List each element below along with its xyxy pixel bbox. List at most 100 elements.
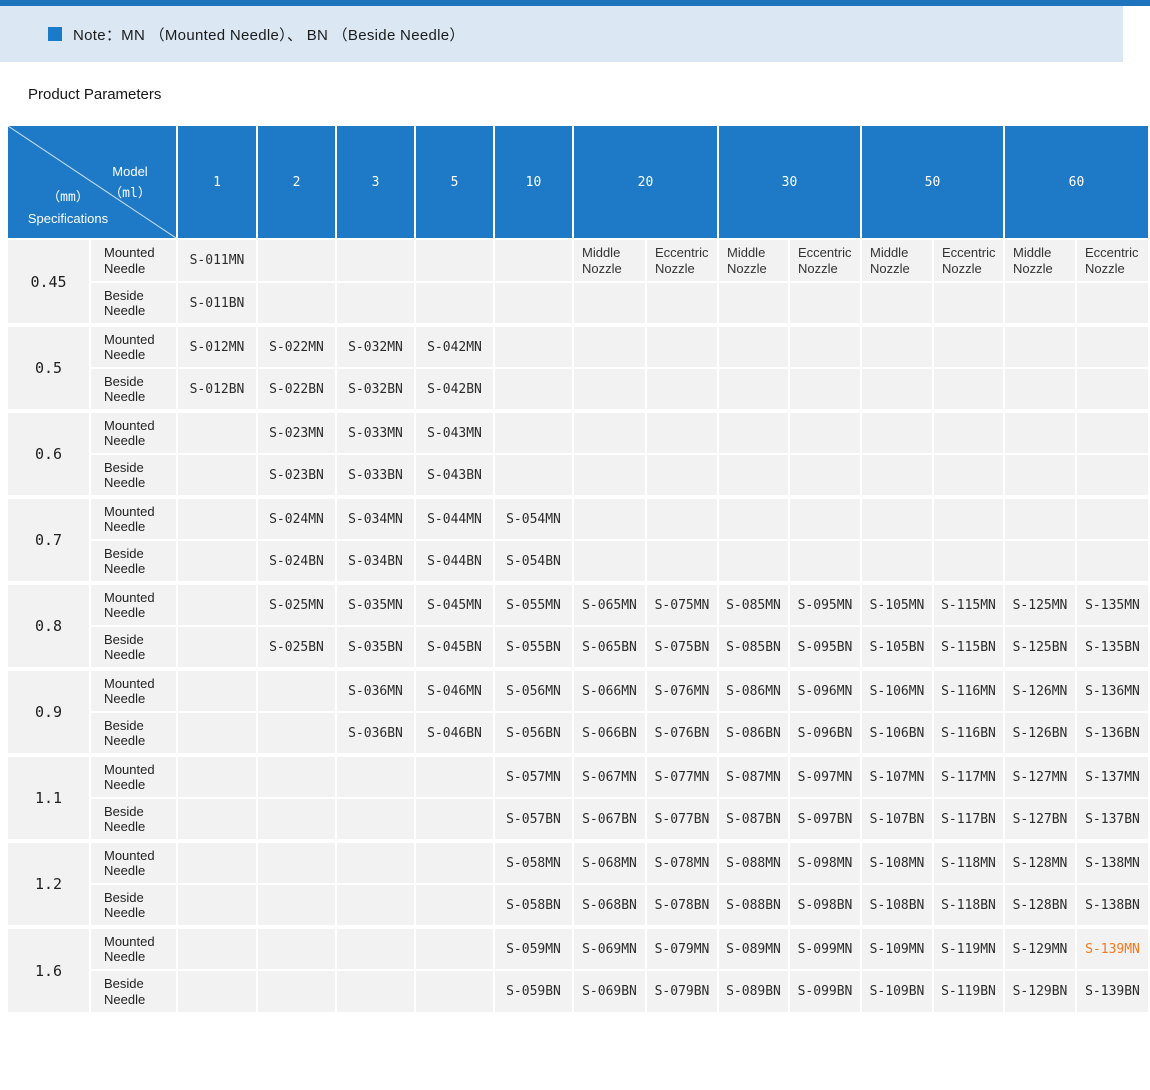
model-code-cell: S-095MN <box>789 583 861 626</box>
model-code-cell: S-079MN <box>646 927 718 970</box>
empty-cell <box>573 540 646 583</box>
empty-cell <box>789 368 861 411</box>
empty-cell <box>789 540 861 583</box>
table-row: Beside NeedleS-025BNS-035BNS-045BNS-055B… <box>7 626 1149 669</box>
model-code-cell: S-138MN <box>1076 841 1149 884</box>
empty-cell <box>257 884 336 927</box>
corner-spec-label: （mm） Specifications <box>12 187 124 230</box>
note-banner: Note：MN （Mounted Needle）、 BN （Beside Nee… <box>0 6 1123 62</box>
model-code-cell: S-139BN <box>1076 970 1149 1013</box>
empty-cell <box>718 282 789 325</box>
model-code-cell: S-115BN <box>933 626 1004 669</box>
model-code-cell: S-087MN <box>718 755 789 798</box>
model-code-cell: S-105MN <box>861 583 933 626</box>
model-code-cell: S-036BN <box>336 712 415 755</box>
empty-cell <box>177 626 257 669</box>
needle-type-label: Mounted Needle <box>90 239 177 282</box>
model-code-cell: S-109MN <box>861 927 933 970</box>
nozzle-subheader: Middle Nozzle <box>861 239 933 282</box>
model-code-cell: S-097MN <box>789 755 861 798</box>
model-code-cell: S-059MN <box>494 927 573 970</box>
model-code-cell: S-054MN <box>494 497 573 540</box>
model-code-cell: S-106BN <box>861 712 933 755</box>
model-code-cell: S-025BN <box>257 626 336 669</box>
model-code-cell: S-065MN <box>573 583 646 626</box>
table-row: Beside NeedleS-024BNS-034BNS-044BNS-054B… <box>7 540 1149 583</box>
product-parameters-table: Model （ml） （mm） Specifications 1 2 3 5 1… <box>6 124 1150 1014</box>
model-code-cell: S-034BN <box>336 540 415 583</box>
model-code-cell: S-118BN <box>933 884 1004 927</box>
empty-cell <box>1076 454 1149 497</box>
empty-cell <box>177 712 257 755</box>
empty-cell <box>861 497 933 540</box>
model-code-cell: S-088MN <box>718 841 789 884</box>
needle-type-label: Mounted Needle <box>90 755 177 798</box>
note-text: Note：MN （Mounted Needle）、 BN （Beside Nee… <box>73 24 465 45</box>
empty-cell <box>177 454 257 497</box>
empty-cell <box>177 755 257 798</box>
empty-cell <box>646 454 718 497</box>
model-code-cell: S-128BN <box>1004 884 1076 927</box>
model-code-cell: S-135MN <box>1076 583 1149 626</box>
spec-value: 0.45 <box>7 239 90 325</box>
model-code-cell: S-042MN <box>415 325 494 368</box>
model-code-cell: S-055MN <box>494 583 573 626</box>
empty-cell <box>336 970 415 1013</box>
model-code-cell: S-086MN <box>718 669 789 712</box>
empty-cell <box>861 282 933 325</box>
empty-cell <box>415 927 494 970</box>
empty-cell <box>789 325 861 368</box>
needle-type-label: Beside Needle <box>90 970 177 1013</box>
empty-cell <box>573 282 646 325</box>
empty-cell <box>336 282 415 325</box>
empty-cell <box>415 798 494 841</box>
empty-cell <box>718 497 789 540</box>
empty-cell <box>415 239 494 282</box>
empty-cell <box>789 497 861 540</box>
needle-type-label: Beside Needle <box>90 712 177 755</box>
model-code-cell: S-106MN <box>861 669 933 712</box>
spec-value: 1.6 <box>7 927 90 1013</box>
model-code-cell: S-135BN <box>1076 626 1149 669</box>
needle-type-label: Mounted Needle <box>90 497 177 540</box>
empty-cell <box>718 325 789 368</box>
model-code-cell: S-075BN <box>646 626 718 669</box>
empty-cell <box>933 540 1004 583</box>
spec-value: 0.7 <box>7 497 90 583</box>
model-code-cell: S-116MN <box>933 669 1004 712</box>
spec-value: 1.2 <box>7 841 90 927</box>
model-code-cell: S-012BN <box>177 368 257 411</box>
note-bullet-icon <box>48 27 62 41</box>
empty-cell <box>1004 540 1076 583</box>
model-code-cell: S-097BN <box>789 798 861 841</box>
table-row: Beside NeedleS-036BNS-046BNS-056BNS-066B… <box>7 712 1149 755</box>
model-code-cell: S-075MN <box>646 583 718 626</box>
empty-cell <box>933 368 1004 411</box>
table-row: 0.45Mounted NeedleS-011MNMiddle NozzleEc… <box>7 239 1149 282</box>
needle-type-label: Mounted Needle <box>90 583 177 626</box>
empty-cell <box>177 841 257 884</box>
model-code-cell: S-036MN <box>336 669 415 712</box>
column-header-1: 1 <box>177 125 257 239</box>
model-code-cell-highlighted: S-139MN <box>1076 927 1149 970</box>
model-code-cell: S-069MN <box>573 927 646 970</box>
model-code-cell: S-096BN <box>789 712 861 755</box>
empty-cell <box>1076 325 1149 368</box>
empty-cell <box>257 841 336 884</box>
empty-cell <box>415 970 494 1013</box>
column-header-20: 20 <box>573 125 718 239</box>
empty-cell <box>177 970 257 1013</box>
model-code-cell: S-119BN <box>933 970 1004 1013</box>
empty-cell <box>177 884 257 927</box>
empty-cell <box>933 411 1004 454</box>
model-code-cell: S-059BN <box>494 970 573 1013</box>
empty-cell <box>494 454 573 497</box>
model-code-cell: S-128MN <box>1004 841 1076 884</box>
model-code-cell: S-042BN <box>415 368 494 411</box>
empty-cell <box>646 411 718 454</box>
nozzle-subheader: Eccentric Nozzle <box>1076 239 1149 282</box>
empty-cell <box>646 497 718 540</box>
empty-cell <box>494 411 573 454</box>
model-code-cell: S-138BN <box>1076 884 1149 927</box>
model-code-cell: S-067BN <box>573 798 646 841</box>
